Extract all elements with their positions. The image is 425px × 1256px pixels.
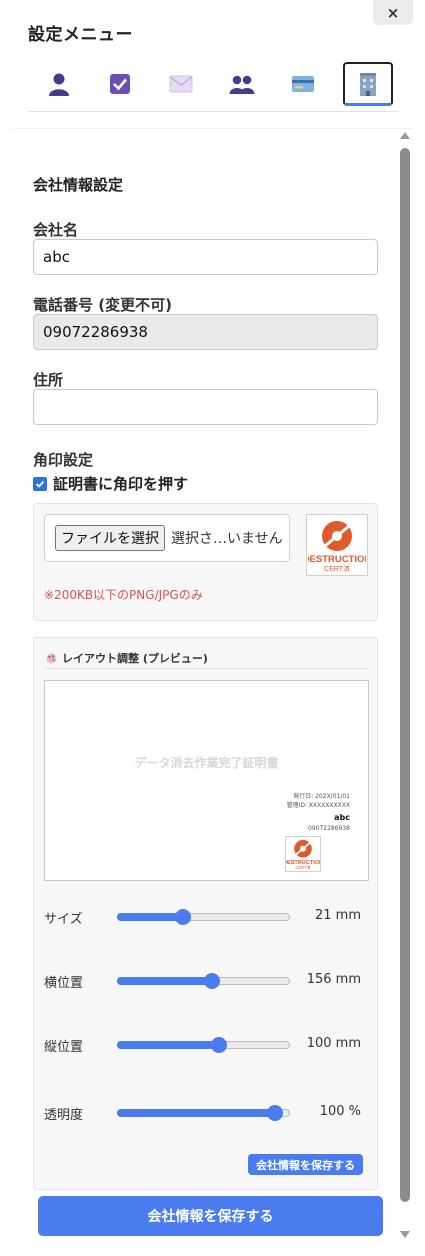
slider-horizontal-value: 156 mm (306, 972, 361, 987)
slider-horizontal-label: 横位置 (44, 976, 84, 991)
stamp-upload-panel: ファイルを選択 選択さ…いません DESTRUCTION CERT済 ※200K… (33, 503, 378, 621)
certificate-preview: データ消去作業完了証明書 発行日: 202X/01/01 管理ID: XXXXX… (44, 680, 369, 881)
close-icon: × (386, 3, 400, 22)
slider-size-fill (117, 913, 182, 921)
stamp-checkbox-row[interactable]: 証明書に角印を押す (33, 473, 188, 494)
save-company-small-button[interactable]: 会社情報を保存する (248, 1154, 363, 1175)
layout-title-text: レイアウト調整 (プレビュー) (62, 652, 208, 665)
file-input[interactable]: ファイルを選択 選択さ…いません (44, 514, 290, 562)
slider-vertical-thumb[interactable] (210, 1037, 227, 1053)
preview-manage-id: 管理ID: XXXXXXXXXX (286, 802, 350, 809)
stamp-checkbox-label: 証明書に角印を押す (53, 475, 189, 493)
preview-issue-date: 発行日: 202X/01/01 (293, 793, 350, 800)
slider-size-track[interactable] (117, 909, 290, 925)
preview-company-name: abc (334, 813, 350, 822)
envelope-icon (169, 75, 193, 93)
stamp-section-label: 角印設定 (33, 451, 94, 469)
slider-horizontal: 横位置 156 mm (44, 968, 369, 992)
slider-horizontal-track[interactable] (117, 973, 290, 989)
slider-opacity-label: 透明度 (44, 1108, 84, 1123)
tab-profile[interactable] (34, 62, 84, 106)
scrollbar[interactable] (398, 130, 412, 1240)
checkbox-icon (110, 74, 130, 94)
tab-mail[interactable] (156, 62, 206, 106)
people-icon (229, 75, 255, 94)
stamp-checkbox[interactable] (33, 476, 47, 491)
slider-opacity: 透明度 100 % (44, 1100, 369, 1124)
slider-opacity-track[interactable] (117, 1105, 290, 1121)
stamp-top-text: DESTRUCTION (308, 554, 366, 565)
company-name-input[interactable]: abc (33, 239, 378, 275)
tab-billing[interactable] (278, 62, 328, 106)
tab-tasks[interactable] (95, 62, 145, 106)
person-icon (49, 73, 69, 96)
tab-users[interactable] (217, 62, 267, 106)
slider-vertical-fill (117, 1041, 218, 1049)
slider-size-value: 21 mm (314, 908, 361, 923)
preview-stamp-icon: DESTRUCTION CERT済 (286, 839, 320, 870)
slider-size: サイズ 21 mm (44, 904, 369, 928)
scroll-down-arrow-icon[interactable] (400, 1231, 410, 1238)
choose-file-button[interactable]: ファイルを選択 (55, 525, 165, 551)
file-status: 選択さ…いません (171, 531, 283, 547)
preview-stamp-bottom-text: CERT済 (295, 864, 310, 870)
slider-opacity-value: 100 % (319, 1104, 361, 1119)
preview-stamp[interactable]: DESTRUCTION CERT済 (285, 836, 321, 872)
address-input[interactable] (33, 389, 378, 425)
slider-vertical: 縦位置 100 mm (44, 1032, 369, 1056)
tab-bar (28, 60, 398, 112)
checkmark-icon (35, 480, 45, 488)
layout-divider (44, 668, 369, 669)
preview-doc-title: データ消去作業完了証明書 (134, 756, 279, 770)
phone-input: 09072286938 (33, 314, 378, 350)
slider-size-thumb[interactable] (174, 909, 191, 925)
palette-icon (46, 653, 57, 663)
slider-vertical-label: 縦位置 (44, 1040, 84, 1055)
close-button[interactable]: × (373, 0, 413, 25)
slider-horizontal-thumb[interactable] (204, 973, 221, 989)
address-label: 住所 (33, 371, 64, 389)
slider-opacity-thumb[interactable] (267, 1105, 284, 1121)
scroll-thumb[interactable] (400, 148, 410, 1202)
office-building-icon (360, 72, 376, 96)
save-company-button[interactable]: 会社情報を保存する (38, 1196, 383, 1236)
preview-phone: 09072286938 (308, 825, 350, 832)
layout-panel: レイアウト調整 (プレビュー) データ消去作業完了証明書 発行日: 202X/0… (33, 637, 378, 1190)
slider-vertical-track[interactable] (117, 1037, 290, 1053)
tab-company[interactable] (343, 62, 393, 106)
upload-note: ※200KB以下のPNG/JPGのみ (44, 588, 203, 602)
slider-opacity-fill (117, 1109, 275, 1117)
stamp-bottom-text: CERT済 (324, 564, 350, 573)
section-title: 会社情報設定 (33, 176, 124, 194)
credit-card-icon (292, 76, 314, 92)
phone-label: 電話番号 (変更不可) (33, 296, 172, 314)
slider-vertical-value: 100 mm (306, 1036, 361, 1051)
header-divider (14, 128, 412, 129)
slider-size-label: サイズ (44, 912, 83, 927)
company-name-label: 会社名 (33, 221, 79, 239)
layout-title: レイアウト調整 (プレビュー) (46, 650, 208, 666)
stamp-image-preview: DESTRUCTION CERT済 (306, 514, 368, 576)
slider-horizontal-fill (117, 977, 212, 985)
menu-title: 設定メニュー (28, 25, 133, 45)
destruction-stamp-icon: DESTRUCTION CERT済 (308, 521, 366, 573)
scroll-up-arrow-icon[interactable] (400, 132, 410, 139)
